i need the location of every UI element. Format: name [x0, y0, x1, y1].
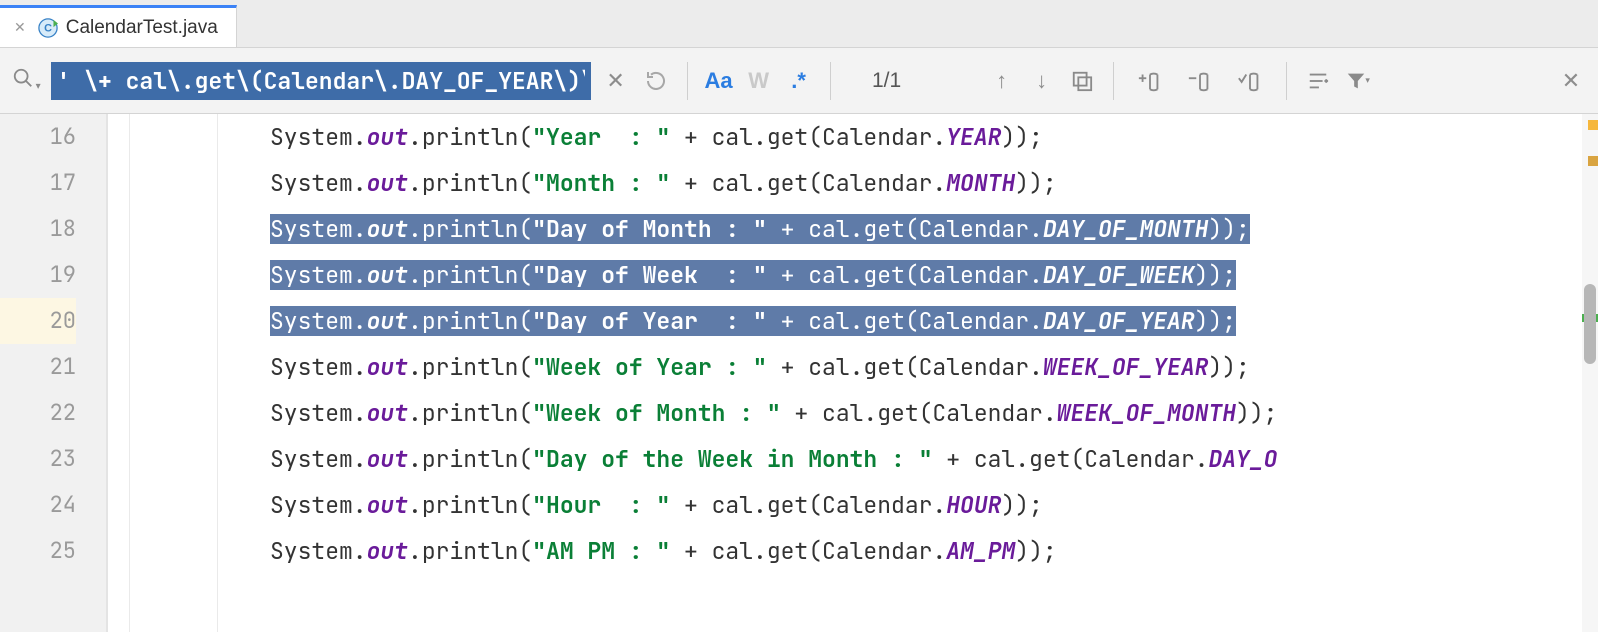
line-number: 17 — [0, 160, 76, 206]
code-line[interactable]: System.out.println("Week of Month : " + … — [218, 390, 1598, 436]
change-marker-icon — [1588, 156, 1598, 166]
search-input[interactable] — [51, 62, 591, 100]
tab-filename: CalendarTest.java — [66, 17, 218, 39]
whole-word-toggle[interactable]: W — [744, 66, 774, 96]
code-line[interactable]: System.out.println("Week of Year : " + c… — [218, 344, 1598, 390]
code-line[interactable]: System.out.println("Year : " + cal.get(C… — [218, 114, 1598, 160]
line-number: 25 — [0, 528, 76, 574]
line-gutter: 16171819202122232425 — [0, 114, 108, 632]
code-line[interactable]: System.out.println("Day of Year : " + ca… — [218, 298, 1598, 344]
filter-funnel-icon[interactable]: ▾ — [1343, 66, 1373, 96]
line-number: 23 — [0, 436, 76, 482]
line-number: 22 — [0, 390, 76, 436]
tab-bar: ✕ C CalendarTest.java — [0, 0, 1598, 48]
code-line[interactable]: System.out.println("Month : " + cal.get(… — [218, 160, 1598, 206]
code-line[interactable]: System.out.println("AM PM : " + cal.get(… — [218, 528, 1598, 574]
search-bar: ▾ ✕ Aa W .* 1/1 ↑ ↓ — [0, 48, 1598, 114]
code-area[interactable]: System.out.println("Year : " + cal.get(C… — [218, 114, 1598, 632]
java-class-icon: C — [38, 18, 58, 38]
warning-marker-icon — [1588, 120, 1598, 130]
code-line[interactable]: System.out.println("Day of Week : " + ca… — [218, 252, 1598, 298]
line-number: 18 — [0, 206, 76, 252]
next-match-icon[interactable]: ↓ — [1027, 66, 1057, 96]
fold-strip — [130, 114, 218, 632]
line-number: 16 — [0, 114, 76, 160]
filter-settings-icon[interactable] — [1303, 66, 1333, 96]
code-line[interactable]: System.out.println("Day of Month : " + c… — [218, 206, 1598, 252]
remove-selection-icon[interactable] — [1180, 66, 1220, 96]
line-number: 21 — [0, 344, 76, 390]
close-search-icon[interactable]: ✕ — [1556, 66, 1586, 96]
code-line[interactable]: System.out.println("Hour : " + cal.get(C… — [218, 482, 1598, 528]
add-selection-icon[interactable] — [1130, 66, 1170, 96]
line-number: 24 — [0, 482, 76, 528]
line-number: 20 — [0, 298, 76, 344]
indent-guide — [108, 114, 130, 632]
select-all-occurrences-icon[interactable] — [1230, 66, 1270, 96]
search-icon[interactable]: ▾ — [12, 67, 41, 95]
match-count: 1/1 — [847, 69, 927, 93]
regex-toggle[interactable]: .* — [784, 66, 814, 96]
clear-search-icon[interactable]: ✕ — [601, 66, 631, 96]
svg-text:C: C — [44, 22, 52, 34]
close-tab-icon[interactable]: ✕ — [14, 19, 26, 36]
select-all-matches-icon[interactable] — [1067, 66, 1097, 96]
code-editor[interactable]: 16171819202122232425 System.out.println(… — [0, 114, 1598, 632]
scrollbar-markers[interactable] — [1582, 114, 1598, 632]
search-history-icon[interactable] — [641, 66, 671, 96]
match-case-toggle[interactable]: Aa — [704, 66, 734, 96]
code-line[interactable]: System.out.println("Day of the Week in M… — [218, 436, 1598, 482]
file-tab[interactable]: ✕ C CalendarTest.java — [0, 5, 237, 47]
line-number: 19 — [0, 252, 76, 298]
scrollbar-thumb[interactable] — [1584, 284, 1596, 364]
prev-match-icon[interactable]: ↑ — [987, 66, 1017, 96]
